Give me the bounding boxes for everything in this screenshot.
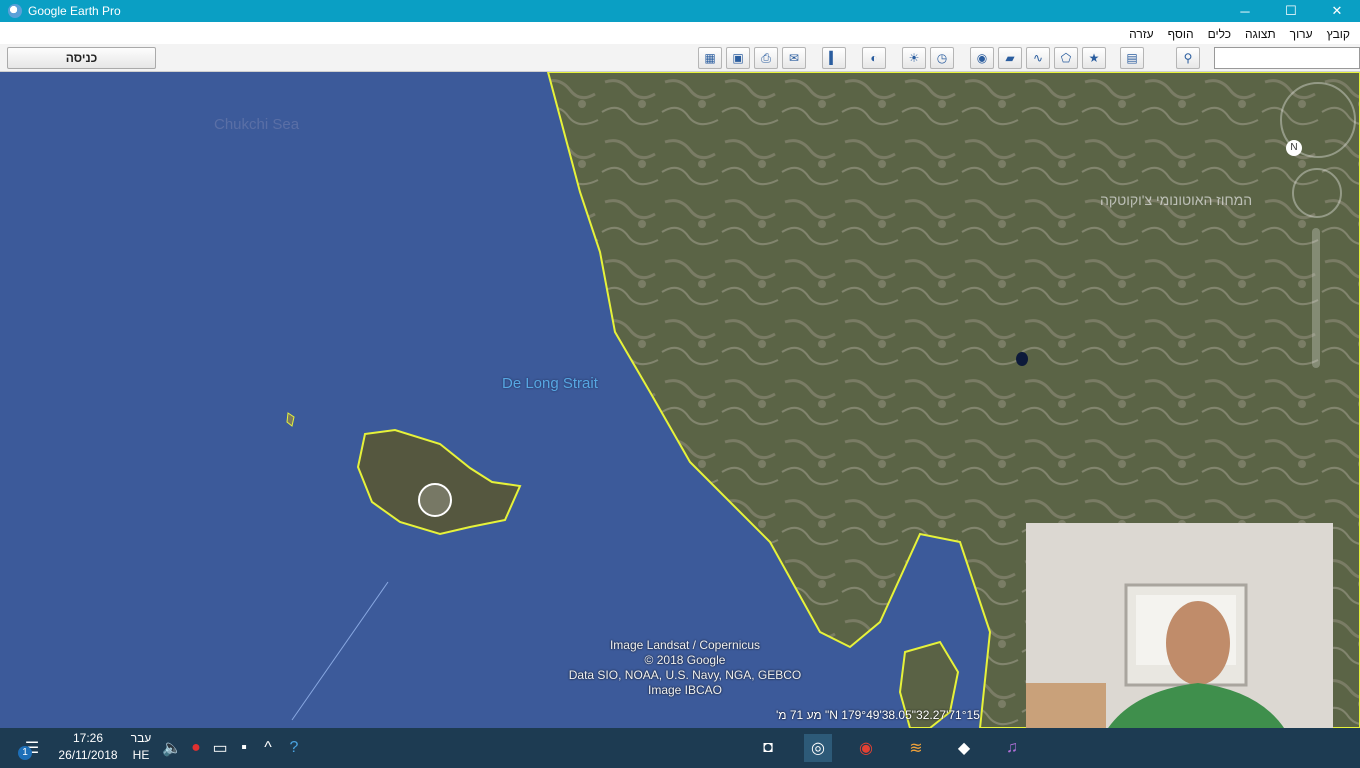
minimize-button[interactable]: ─ [1222, 0, 1268, 22]
title-bar: Google Earth Pro ─ ☐ ✕ [0, 0, 1360, 22]
add-path-icon[interactable]: ∿ [1026, 47, 1050, 69]
add-polygon-icon[interactable]: ⬠ [1054, 47, 1078, 69]
search-icon[interactable]: ⚲ [1176, 47, 1200, 69]
dropbox-icon[interactable]: ◆ [950, 734, 978, 762]
menu-add[interactable]: הוסף [1168, 27, 1194, 41]
show-hidden-icons-icon[interactable]: ^ [254, 734, 282, 762]
webcam-overlay [1026, 523, 1333, 752]
view-in-maps-icon[interactable]: ▦ [698, 47, 722, 69]
taskbar: ☰ 1 17:26 26/11/2018 עבר HE 🔈 ● ▭ ▪ ^ ? … [0, 728, 1360, 768]
sunlight-icon[interactable]: ☀ [902, 47, 926, 69]
google-earth-taskbar-icon[interactable]: ◎ [804, 734, 832, 762]
menu-tools[interactable]: כלים [1208, 27, 1231, 41]
coordinate-readout: 71°15'32.27"N 179°49'38.05" מע 71 מ' [776, 708, 980, 722]
imagery-attribution: Image Landsat / Copernicus © 2018 Google… [568, 638, 802, 697]
voice-recorder-icon[interactable]: ♫ [998, 734, 1026, 762]
menu-file[interactable]: קובץ [1327, 27, 1350, 41]
notification-badge: 1 [18, 746, 32, 760]
add-placemark-icon[interactable]: ★ [1082, 47, 1106, 69]
print-icon[interactable]: ⎙ [754, 47, 778, 69]
add-overlay-icon[interactable]: ▰ [998, 47, 1022, 69]
hide-sidebar-icon[interactable]: ▤ [1120, 47, 1144, 69]
clock[interactable]: 17:26 26/11/2018 [54, 730, 122, 764]
save-image-icon[interactable]: ▣ [726, 47, 750, 69]
planets-icon[interactable]: ◐ [862, 47, 886, 69]
chrome-icon[interactable]: ◉ [852, 734, 880, 762]
help-icon[interactable]: ? [280, 734, 308, 762]
menu-view[interactable]: תצוגה [1245, 27, 1276, 41]
search-input[interactable] [1214, 47, 1360, 69]
menu-bar: קובץ ערוך תצוגה כלים הוסף עזרה [0, 24, 1360, 44]
language-indicator[interactable]: עבר HE [128, 730, 154, 764]
sea-label: Chukchi Sea [214, 116, 300, 133]
strait-label[interactable]: De Long Strait [502, 375, 598, 392]
close-button[interactable]: ✕ [1314, 0, 1360, 22]
menu-edit[interactable]: ערוך [1290, 27, 1313, 41]
ruler-icon[interactable]: ▍ [822, 47, 846, 69]
window-title: Google Earth Pro [28, 4, 121, 18]
audible-icon[interactable]: ≋ [902, 734, 930, 762]
screen-recorder-icon[interactable]: ◘ [754, 734, 782, 762]
maximize-button[interactable]: ☐ [1268, 0, 1314, 22]
toolbar: כניסה ▦ ▣ ⎙ ✉ ▍ ◐ ☀ ◷ ◉ ▰ ∿ ⬠ ★ ▤ ⚲ [0, 44, 1360, 72]
zoom-slider[interactable] [1312, 228, 1320, 368]
historical-imagery-icon[interactable]: ◷ [930, 47, 954, 69]
email-icon[interactable]: ✉ [782, 47, 806, 69]
menu-help[interactable]: עזרה [1129, 27, 1154, 41]
move-control[interactable] [1292, 168, 1342, 218]
google-earth-icon [8, 4, 22, 18]
sign-in-button[interactable]: כניסה [7, 47, 156, 69]
record-tour-icon[interactable]: ◉ [970, 47, 994, 69]
north-icon[interactable]: N [1286, 140, 1302, 156]
region-label: המחוז האוטונומי צ'וקוטקה [1100, 192, 1253, 208]
